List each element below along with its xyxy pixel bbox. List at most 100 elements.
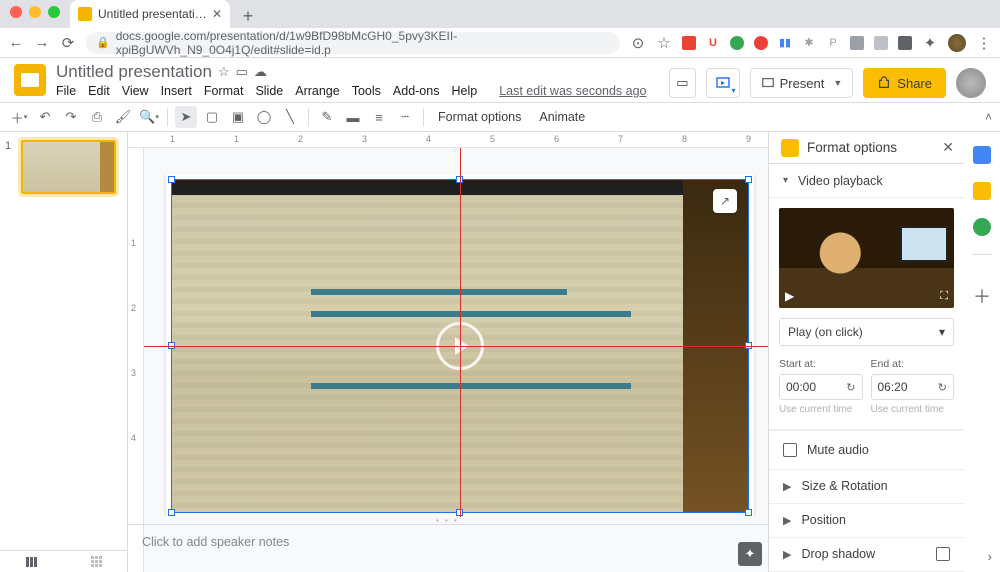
menu-edit[interactable]: Edit <box>88 84 110 98</box>
ruler-tick: 9 <box>746 134 751 144</box>
tasks-addon-icon[interactable] <box>973 218 991 236</box>
extension-icon[interactable] <box>850 36 864 50</box>
share-label: Share <box>897 76 932 91</box>
select-tool[interactable]: ➤ <box>175 106 197 128</box>
new-tab-button[interactable]: + <box>236 4 260 28</box>
chrome-profile-avatar[interactable] <box>948 34 966 52</box>
explore-button[interactable]: ✦ <box>738 542 762 566</box>
omnibox[interactable]: 🔒 docs.google.com/presentation/d/1w9BfD9… <box>86 32 620 54</box>
calendar-addon-icon[interactable] <box>973 146 991 164</box>
menu-addons[interactable]: Add-ons <box>393 84 440 98</box>
drop-shadow-section[interactable]: ▶ Drop shadow <box>769 538 964 572</box>
filmstrip-view-button[interactable] <box>26 557 40 567</box>
present-options-button[interactable]: ▾ <box>706 68 740 98</box>
extension-icon[interactable]: ▮▮ <box>778 36 792 50</box>
account-avatar[interactable] <box>956 68 986 98</box>
position-section[interactable]: ▶ Position <box>769 504 964 538</box>
end-at-input[interactable]: 06:20 ↻ <box>871 374 955 400</box>
undo-button[interactable]: ↶ <box>34 106 56 128</box>
crop-tool[interactable]: ✎ <box>316 106 338 128</box>
play-mode-select[interactable]: Play (on click) ▾ <box>779 318 954 346</box>
play-icon[interactable]: ▶ <box>785 289 794 303</box>
resize-handle[interactable] <box>745 509 752 516</box>
border-color-tool[interactable]: ▬ <box>342 106 364 128</box>
cloud-status-icon[interactable]: ☁ <box>254 64 267 80</box>
move-folder-icon[interactable]: ▭ <box>236 64 248 80</box>
extension-icon[interactable] <box>754 36 768 50</box>
tab-close-icon[interactable]: ✕ <box>212 7 222 21</box>
resize-handle[interactable] <box>745 176 752 183</box>
hide-sidepanel-icon[interactable]: › <box>988 549 992 564</box>
speaker-notes[interactable]: Click to add speaker notes ✦ <box>128 524 768 572</box>
revert-icon[interactable]: ↻ <box>846 381 855 394</box>
resize-handle[interactable] <box>168 176 175 183</box>
slides-logo-icon[interactable] <box>14 64 46 96</box>
video-preview-thumbnail[interactable]: ▶ ⛶ <box>779 208 954 308</box>
menu-slide[interactable]: Slide <box>255 84 283 98</box>
document-title[interactable]: Untitled presentation <box>56 62 212 82</box>
redo-button[interactable]: ↷ <box>60 106 82 128</box>
extension-icon[interactable] <box>682 36 696 50</box>
last-edit-link[interactable]: Last edit was seconds ago <box>499 84 646 98</box>
size-rotation-section[interactable]: ▶ Size & Rotation <box>769 470 964 504</box>
textbox-tool[interactable]: ▢ <box>201 106 223 128</box>
chrome-menu-icon[interactable]: ⋮ <box>976 35 992 51</box>
extension-icon[interactable]: ✱ <box>802 36 816 50</box>
border-dash-tool[interactable]: ┄ <box>394 106 416 128</box>
new-slide-button[interactable]: ＋▾ <box>8 106 30 128</box>
video-playback-header[interactable]: ▾ Video playback <box>769 164 964 198</box>
slide-thumbnail[interactable] <box>21 140 116 194</box>
window-zoom[interactable] <box>48 6 60 18</box>
grid-view-button[interactable] <box>91 556 102 567</box>
border-weight-tool[interactable]: ≡ <box>368 106 390 128</box>
nav-reload-icon[interactable]: ⟳ <box>60 35 76 51</box>
collapse-toolbar-icon[interactable]: ˄ <box>985 110 992 124</box>
mute-audio-checkbox[interactable] <box>783 443 797 457</box>
mute-audio-row[interactable]: Mute audio <box>769 430 964 470</box>
comments-button[interactable]: ▭ <box>669 68 695 98</box>
menu-file[interactable]: File <box>56 84 76 98</box>
window-close[interactable] <box>10 6 22 18</box>
star-icon[interactable]: ☆ <box>656 35 672 51</box>
animate-button[interactable]: Animate <box>532 106 592 128</box>
notes-separator[interactable]: • • • <box>128 517 768 524</box>
fullscreen-icon[interactable]: ⛶ <box>940 290 948 303</box>
present-button[interactable]: Present ▼ <box>750 68 854 98</box>
shape-tool[interactable]: ◯ <box>253 106 275 128</box>
menu-insert[interactable]: Insert <box>161 84 192 98</box>
extensions-menu-icon[interactable]: ✦ <box>922 35 938 51</box>
start-at-input[interactable]: 00:00 ↻ <box>779 374 863 400</box>
format-options-button[interactable]: Format options <box>431 106 528 128</box>
use-current-hint[interactable]: Use current time <box>871 404 955 415</box>
nav-back-icon[interactable]: ← <box>8 35 24 51</box>
menu-view[interactable]: View <box>122 84 149 98</box>
star-outline-icon[interactable]: ☆ <box>218 64 230 80</box>
window-minimize[interactable] <box>29 6 41 18</box>
extension-icon[interactable] <box>898 36 912 50</box>
extension-icon[interactable] <box>730 36 744 50</box>
share-button[interactable]: Share <box>863 68 946 98</box>
menu-arrange[interactable]: Arrange <box>295 84 339 98</box>
paint-format-button[interactable]: 🖌 <box>112 106 134 128</box>
close-panel-icon[interactable]: ✕ <box>942 139 954 156</box>
zoom-button[interactable]: 🔍▾ <box>138 106 160 128</box>
present-label: Present <box>780 76 825 91</box>
drop-shadow-checkbox[interactable] <box>936 547 950 561</box>
image-tool[interactable]: ▣ <box>227 106 249 128</box>
print-button[interactable]: ⎙ <box>86 106 108 128</box>
menu-help[interactable]: Help <box>451 84 477 98</box>
nav-forward-icon[interactable]: → <box>34 35 50 51</box>
extension-icon[interactable]: P <box>826 36 840 50</box>
browser-tab[interactable]: Untitled presentation – Google ✕ <box>70 0 230 28</box>
menu-tools[interactable]: Tools <box>352 84 381 98</box>
extension-icon[interactable]: U <box>706 36 720 50</box>
extension-icon[interactable] <box>874 36 888 50</box>
menu-format[interactable]: Format <box>204 84 244 98</box>
search-icon[interactable]: ⊙ <box>630 35 646 51</box>
resize-handle[interactable] <box>168 509 175 516</box>
revert-icon[interactable]: ↻ <box>938 381 947 394</box>
use-current-hint[interactable]: Use current time <box>779 404 863 415</box>
keep-addon-icon[interactable] <box>973 182 991 200</box>
get-addons-button[interactable]: ＋ <box>973 283 991 309</box>
line-tool[interactable]: ╲ <box>279 106 301 128</box>
